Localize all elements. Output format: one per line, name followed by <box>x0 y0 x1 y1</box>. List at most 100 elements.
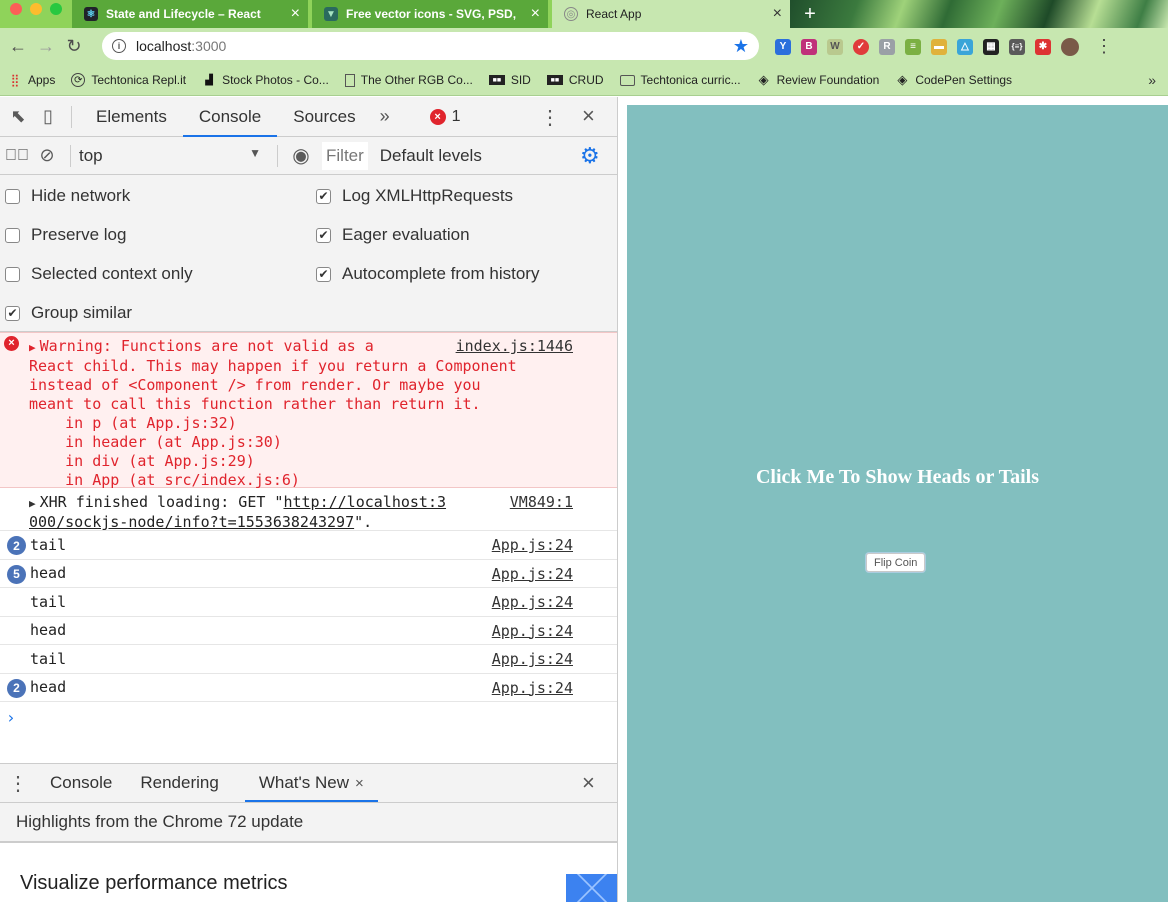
back-button[interactable]: ← <box>4 33 32 61</box>
bookmark-item[interactable]: ▟ Stock Photos - Co... <box>202 73 329 87</box>
clear-console-icon[interactable]: ⊘ <box>32 141 62 171</box>
more-bookmarks-button[interactable]: » <box>1148 72 1156 88</box>
bookmark-item[interactable]: ■■ SID <box>488 73 531 87</box>
xhr-url-link[interactable]: http://localhost:3 <box>283 493 446 511</box>
address-bar[interactable]: i localhost:3000 ★ <box>102 32 759 60</box>
source-link[interactable]: App.js:24 <box>492 650 573 668</box>
eager-evaluation-checkbox[interactable]: ✔ Eager evaluation <box>316 225 470 245</box>
context-select[interactable]: top ▼ <box>79 146 269 166</box>
console-log-row[interactable]: head App.js:24 <box>0 617 617 645</box>
source-link[interactable]: index.js:1446 <box>456 337 573 356</box>
window-minimize-button[interactable] <box>30 3 42 15</box>
browser-menu-icon[interactable]: ⋮ <box>1095 36 1113 57</box>
drawer-tab-whats-new[interactable]: What's New × <box>244 764 378 802</box>
tab-console[interactable]: Console <box>182 97 278 137</box>
info-icon[interactable]: i <box>112 39 126 53</box>
gear-icon[interactable]: ⚙ <box>580 143 600 169</box>
device-toolbar-icon[interactable]: ▯ <box>33 102 63 132</box>
bookmark-apps[interactable]: ⣿ Apps <box>8 73 56 87</box>
checkbox-label: Hide network <box>31 186 131 205</box>
checkmark-icon[interactable]: ✔ <box>316 227 331 243</box>
group-similar-checkbox[interactable]: ✔ Group similar <box>5 303 132 323</box>
forward-button[interactable]: → <box>32 33 60 61</box>
checkmark-icon[interactable]: ✔ <box>316 266 331 282</box>
bookmark-item[interactable]: ⟳ Techtonica Repl.it <box>71 73 186 87</box>
checkbox-box[interactable] <box>5 188 20 204</box>
expand-triangle-icon[interactable]: ▶ <box>29 341 36 354</box>
source-link[interactable]: App.js:24 <box>492 565 573 583</box>
extension-icon[interactable]: △ <box>957 38 973 55</box>
checkmark-icon[interactable]: ✔ <box>316 188 331 204</box>
close-devtools-icon[interactable]: × <box>582 103 595 129</box>
new-tab-button[interactable]: + <box>796 2 824 26</box>
profile-avatar[interactable] <box>1061 37 1079 56</box>
extension-icon[interactable]: Y <box>775 38 791 55</box>
browser-tab[interactable]: ▼ Free vector icons - SVG, PSD, × <box>312 0 548 28</box>
extension-icon[interactable]: W <box>827 38 843 55</box>
checkbox-box[interactable] <box>5 227 20 243</box>
console-error-message[interactable]: × ▶ Warning: Functions are not valid as a… <box>0 332 617 489</box>
extension-icon[interactable]: {≡} <box>1009 38 1025 55</box>
filter-input[interactable]: Filter <box>322 141 368 170</box>
close-tab-icon[interactable]: × <box>773 5 782 23</box>
extension-icon[interactable]: ▬ <box>931 38 947 55</box>
bookmark-item[interactable]: The Other RGB Co... <box>344 73 473 87</box>
console-log-row[interactable]: tail App.js:24 <box>0 588 617 617</box>
devtools-menu-icon[interactable]: ⋮ <box>540 105 560 130</box>
checkbox-label: Eager evaluation <box>342 225 470 244</box>
window-icon: ■■ <box>488 75 505 85</box>
bookmark-star-icon[interactable]: ★ <box>733 36 749 57</box>
source-link[interactable]: App.js:24 <box>492 679 573 697</box>
console-log-row[interactable]: 2 head App.js:24 <box>0 674 617 702</box>
source-link[interactable]: App.js:24 <box>492 536 573 554</box>
drawer-tab-rendering[interactable]: Rendering <box>126 764 232 802</box>
tab-sources[interactable]: Sources <box>277 97 371 137</box>
checkbox-box[interactable] <box>5 266 20 282</box>
browser-tab-active[interactable]: ◎ React App × <box>552 0 790 28</box>
inspect-element-icon[interactable]: ⬉ <box>3 102 33 132</box>
xhr-url-link[interactable]: 000/sockjs-node/info?t=1553638243297 <box>29 513 354 531</box>
extension-icon[interactable]: ✱ <box>1035 38 1051 55</box>
source-link[interactable]: App.js:24 <box>492 593 573 611</box>
close-tab-icon[interactable]: × <box>355 775 364 792</box>
bookmark-item[interactable]: ◈ Review Foundation <box>757 72 880 87</box>
tab-elements[interactable]: Elements <box>80 97 183 137</box>
preserve-log-checkbox[interactable]: Preserve log <box>5 225 126 245</box>
sidebar-toggle-icon[interactable]: ▶⃞ <box>2 141 32 171</box>
flip-coin-button[interactable]: Flip Coin <box>866 553 926 572</box>
log-xhr-checkbox[interactable]: ✔ Log XMLHttpRequests <box>316 186 513 206</box>
eye-icon[interactable]: ◉ <box>286 141 316 171</box>
extension-icon[interactable]: B <box>801 38 817 55</box>
log-levels-select[interactable]: Default levels <box>380 146 482 166</box>
close-tab-icon[interactable]: × <box>531 5 540 23</box>
console-prompt[interactable]: › <box>0 702 617 758</box>
checkmark-icon[interactable]: ✔ <box>5 305 20 321</box>
extension-icon[interactable]: ≡ <box>905 38 921 55</box>
reload-button[interactable]: ↻ <box>60 33 88 61</box>
source-link[interactable]: VM849:1 <box>510 493 573 512</box>
more-tabs-button[interactable]: » <box>372 106 398 127</box>
close-tab-icon[interactable]: × <box>291 5 300 23</box>
window-close-button[interactable] <box>10 3 22 15</box>
drawer-tab-console[interactable]: Console <box>36 764 126 802</box>
autocomplete-history-checkbox[interactable]: ✔ Autocomplete from history <box>316 264 539 284</box>
extension-icon[interactable]: ▦ <box>983 38 999 55</box>
window-zoom-button[interactable] <box>50 3 62 15</box>
expand-triangle-icon[interactable]: ▶ <box>29 497 36 510</box>
extension-icon[interactable]: R <box>879 38 895 55</box>
browser-tab[interactable]: ⚛ State and Lifecycle – React × <box>72 0 308 28</box>
extension-icon[interactable]: ✓ <box>853 38 869 55</box>
bookmark-item[interactable]: Techtonica curric... <box>619 73 741 87</box>
console-log-row[interactable]: 2 tail App.js:24 <box>0 531 617 560</box>
console-log-row[interactable]: 5 head App.js:24 <box>0 560 617 588</box>
console-log-row[interactable]: tail App.js:24 <box>0 645 617 674</box>
bookmark-item[interactable]: ■■ CRUD <box>546 73 604 87</box>
bookmark-item[interactable]: ◈ CodePen Settings <box>895 72 1012 87</box>
selected-context-checkbox[interactable]: Selected context only <box>5 264 193 284</box>
hide-network-checkbox[interactable]: Hide network <box>5 186 130 206</box>
console-xhr-message[interactable]: ▶ XHR finished loading: GET "http://local… <box>0 488 617 531</box>
source-link[interactable]: App.js:24 <box>492 622 573 640</box>
drawer-menu-icon[interactable]: ⋮ <box>0 771 36 796</box>
error-counter[interactable]: × 1 <box>429 108 461 126</box>
close-drawer-icon[interactable]: × <box>582 770 595 796</box>
